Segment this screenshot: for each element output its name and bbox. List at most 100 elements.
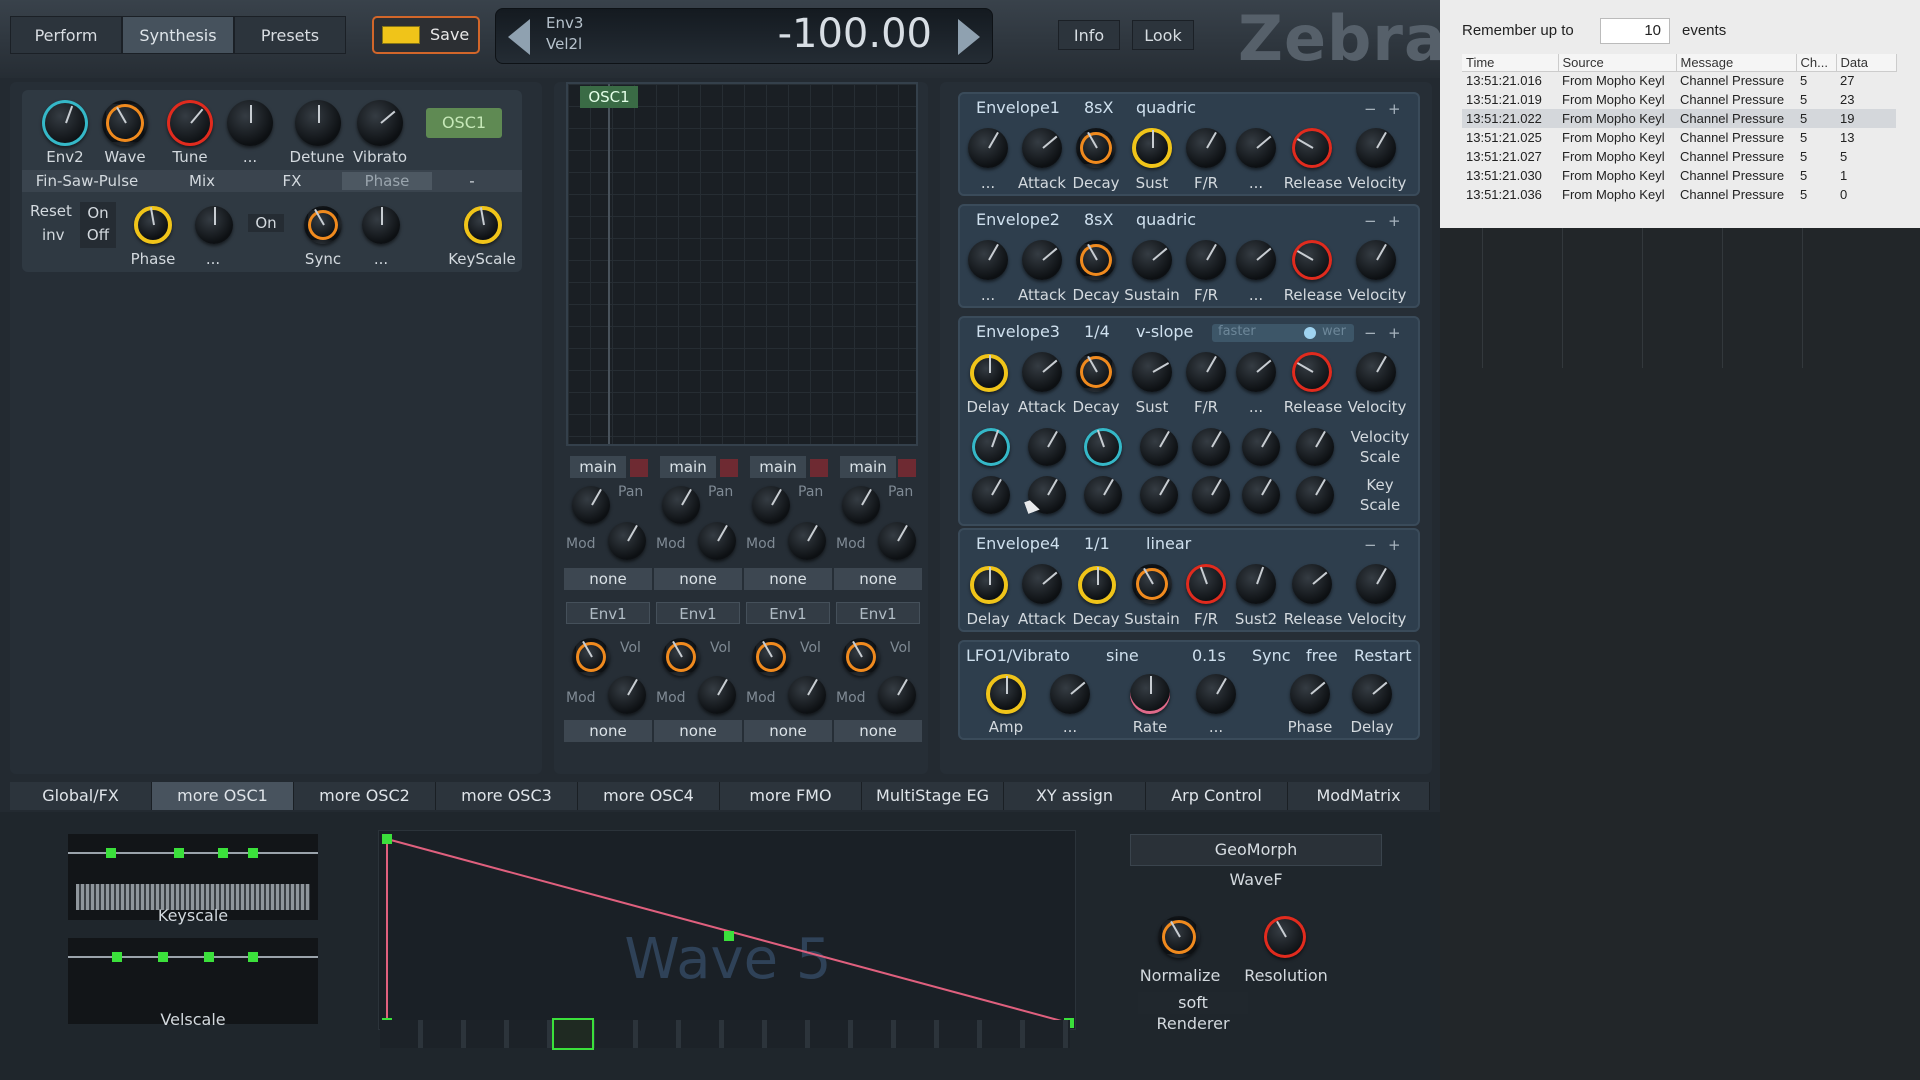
fx-label[interactable]: FX <box>252 172 332 190</box>
velscale-node[interactable] <box>112 952 122 962</box>
wavef-label[interactable]: WaveF <box>1130 870 1382 889</box>
sync-on-button[interactable]: On <box>248 214 284 232</box>
vol-knob[interactable] <box>752 638 790 676</box>
keyscale-node[interactable] <box>174 848 184 858</box>
env2-knob[interactable] <box>968 240 1008 280</box>
envelope2-title[interactable]: Envelope2 <box>976 210 1060 234</box>
env4-decay-knob[interactable] <box>1078 566 1116 604</box>
env1-velocity-knob[interactable] <box>1356 128 1396 168</box>
wave-knob[interactable] <box>102 100 148 146</box>
vel-scale-knob[interactable] <box>1140 428 1178 466</box>
vel-scale-knob[interactable] <box>1084 428 1122 466</box>
lfo1-wave[interactable]: sine <box>1106 646 1139 670</box>
lfo1-time[interactable]: 0.1s <box>1192 646 1226 670</box>
lfo-rate-knob[interactable] <box>1130 674 1170 714</box>
lfo-extra-knob[interactable] <box>1050 674 1090 714</box>
env2-knob[interactable] <box>42 100 88 146</box>
envelope4-mode[interactable]: linear <box>1146 534 1191 558</box>
mod-source-select[interactable]: none <box>654 568 742 590</box>
env4-attack-knob[interactable] <box>1022 564 1062 604</box>
env1-knob[interactable] <box>968 128 1008 168</box>
lfo1-sync[interactable]: Sync <box>1252 646 1291 670</box>
mod-knob[interactable] <box>878 522 916 560</box>
tab-presets[interactable]: Presets <box>234 16 346 54</box>
plus-icon[interactable]: + <box>1388 324 1401 342</box>
col-channel[interactable]: Ch... <box>1796 54 1837 72</box>
env2-release-knob[interactable] <box>1292 240 1332 280</box>
lfo-extra2-knob[interactable] <box>1196 674 1236 714</box>
env1-fr-knob[interactable] <box>1186 128 1226 168</box>
env4-delay-knob[interactable] <box>970 566 1008 604</box>
velscale-node[interactable] <box>158 952 168 962</box>
detune-knob[interactable] <box>295 100 341 146</box>
vel-scale-knob[interactable] <box>1296 428 1334 466</box>
mod-knob[interactable] <box>698 522 736 560</box>
table-row-selected[interactable]: 13:51:21.022 From Mopho Keyl Channel Press… <box>1462 109 1896 128</box>
key-scale-knob[interactable] <box>1084 476 1122 514</box>
env3-delay-knob[interactable] <box>970 354 1008 392</box>
env2-velocity-knob[interactable] <box>1356 240 1396 280</box>
envelope1-rate[interactable]: 8sX <box>1084 98 1113 122</box>
lfo1-free[interactable]: free <box>1306 646 1338 670</box>
envelope1-mode[interactable]: quadric <box>1136 98 1196 122</box>
look-button[interactable]: Look <box>1132 20 1194 50</box>
next-arrow-icon[interactable] <box>958 19 980 55</box>
lfo1-title[interactable]: LFO1/Vibrato <box>966 646 1070 670</box>
phase-extra-knob[interactable] <box>195 206 233 244</box>
keyscale-knob[interactable] <box>464 206 502 244</box>
plus-icon[interactable]: + <box>1388 536 1401 554</box>
envelope4-rate[interactable]: 1/1 <box>1084 534 1110 558</box>
wave-editor[interactable]: Wave 5 <box>378 830 1076 1030</box>
wave-type-label[interactable]: Fin-Saw-Pulse <box>22 172 152 190</box>
envelope3-mode[interactable]: v-slope <box>1136 322 1193 346</box>
env4-sustain-knob[interactable] <box>1132 564 1172 604</box>
vel-scale-knob[interactable] <box>1192 428 1230 466</box>
vol-mod-knob[interactable] <box>788 676 826 714</box>
keyscale-node[interactable] <box>248 848 258 858</box>
table-row[interactable]: 13:51:21.019 From Mopho Keyl Channel Press… <box>1462 90 1896 109</box>
vol-knob[interactable] <box>842 638 880 676</box>
vol-mod-source-select[interactable]: none <box>654 720 742 742</box>
pan-knob[interactable] <box>662 486 700 524</box>
lfo-phase-knob[interactable] <box>1290 674 1330 714</box>
mod-source-select[interactable]: none <box>744 568 832 590</box>
sync-knob[interactable] <box>304 206 342 244</box>
table-row[interactable]: 13:51:21.027 From Mopho Keyl Channel Press… <box>1462 147 1896 166</box>
tab-more-osc3[interactable]: more OSC3 <box>436 782 578 810</box>
vel-scale-knob[interactable] <box>1028 428 1066 466</box>
main-toggle[interactable] <box>810 459 828 477</box>
tab-more-fmo[interactable]: more FMO <box>720 782 862 810</box>
vol-knob[interactable] <box>662 638 700 676</box>
env3-release-knob[interactable] <box>1292 352 1332 392</box>
col-time[interactable]: Time <box>1462 54 1559 72</box>
mix-label[interactable]: Mix <box>162 172 242 190</box>
vol-mod-source-select[interactable]: none <box>834 720 922 742</box>
env3-decay-knob[interactable] <box>1076 352 1116 392</box>
vol-knob[interactable] <box>572 638 610 676</box>
col-message[interactable]: Message <box>1676 54 1797 72</box>
env-select[interactable]: Env1 <box>656 602 740 624</box>
pan-knob[interactable] <box>752 486 790 524</box>
wave-slot-strip[interactable] <box>380 1018 1070 1050</box>
minus-icon[interactable]: − <box>1364 324 1377 342</box>
env3-attack-knob[interactable] <box>1022 352 1062 392</box>
on-off-switch[interactable]: On Off <box>80 202 116 248</box>
tab-synthesis[interactable]: Synthesis <box>122 16 234 54</box>
lfo-amp-knob[interactable] <box>986 674 1026 714</box>
env2-fr-knob[interactable] <box>1186 240 1226 280</box>
env1-attack-knob[interactable] <box>1022 128 1062 168</box>
vel-scale-knob[interactable] <box>1242 428 1280 466</box>
minus-icon[interactable]: − <box>1364 100 1377 118</box>
key-scale-knob[interactable] <box>972 476 1010 514</box>
tab-more-osc2[interactable]: more OSC2 <box>294 782 436 810</box>
table-row[interactable]: 13:51:21.036 From Mopho Keyl Channel Press… <box>1462 185 1896 204</box>
env1-decay-knob[interactable] <box>1076 128 1116 168</box>
info-button[interactable]: Info <box>1058 20 1120 50</box>
tab-modmatrix[interactable]: ModMatrix <box>1288 782 1430 810</box>
osc1-button[interactable]: OSC1 <box>426 108 502 138</box>
envelope3-title[interactable]: Envelope3 <box>976 322 1060 346</box>
keyscale-node[interactable] <box>218 848 228 858</box>
env-select[interactable]: Env1 <box>566 602 650 624</box>
key-scale-knob[interactable] <box>1296 476 1334 514</box>
tab-perform[interactable]: Perform <box>10 16 122 54</box>
